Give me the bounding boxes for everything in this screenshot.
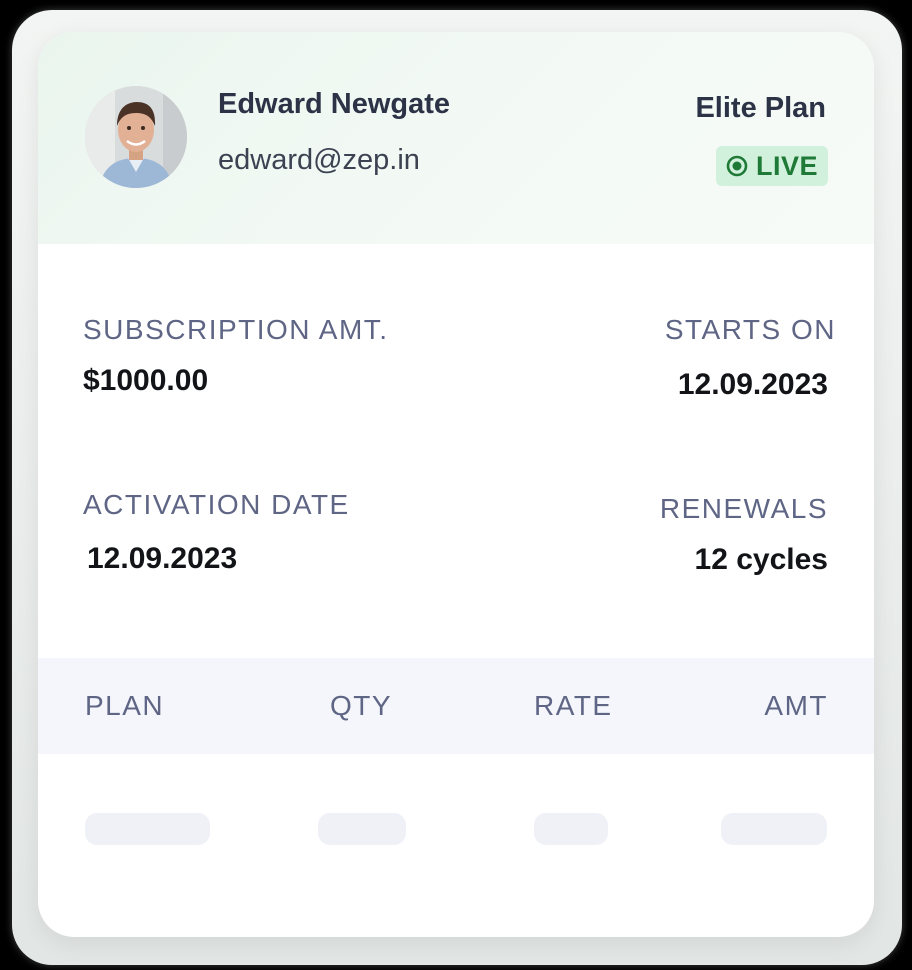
starts-on-label: STARTS ON [664, 314, 836, 345]
live-dot-icon [726, 155, 748, 177]
skeleton-rate [534, 813, 608, 845]
table-header: PLAN QTY RATE AMT [38, 658, 874, 754]
column-header-plan[interactable]: PLAN [85, 690, 164, 722]
activation-date-label: ACTIVATION DATE [83, 489, 350, 520]
column-header-amt[interactable]: AMT [764, 690, 828, 722]
subscription-card: Edward Newgate edward@zep.in Elite Plan … [38, 32, 874, 937]
renewals-label: RENEWALS [659, 493, 828, 524]
activation-date-value: 12.09.2023 [87, 542, 238, 575]
user-email: edward@zep.in [218, 144, 420, 176]
column-header-qty[interactable]: QTY [330, 690, 392, 722]
status-badge: LIVE [715, 146, 828, 186]
person-photo-icon [85, 86, 187, 188]
user-name: Edward Newgate [218, 88, 451, 120]
renewals-value: 12 cycles [694, 543, 828, 576]
subscription-amt-label: SUBSCRIPTION AMT. [83, 314, 389, 345]
card-header: Edward Newgate edward@zep.in Elite Plan … [38, 32, 874, 244]
column-header-rate[interactable]: RATE [534, 690, 613, 722]
skeleton-amt [721, 813, 827, 845]
plan-name: Elite Plan [695, 92, 826, 124]
skeleton-plan [85, 813, 210, 845]
subscription-amt-value: $1000.00 [83, 364, 209, 397]
avatar [85, 86, 187, 188]
status-label: LIVE [755, 150, 818, 181]
skeleton-qty [318, 813, 406, 845]
starts-on-value: 12.09.2023 [677, 368, 828, 401]
